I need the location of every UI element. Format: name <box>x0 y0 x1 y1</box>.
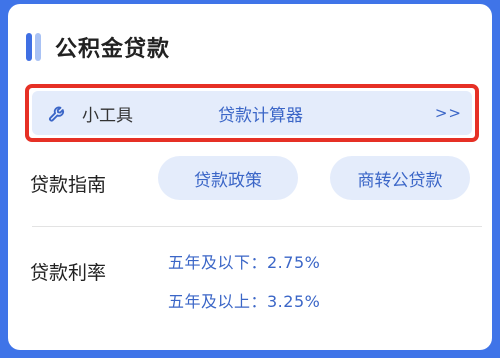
accent-bar-secondary <box>35 33 41 61</box>
accent-bar-primary <box>26 33 32 61</box>
rate-over-five-years: 五年及以上：3.25% <box>168 292 321 311</box>
loan-guide-label: 贷款指南 <box>30 174 107 196</box>
card-title: 公积金贷款 <box>55 37 171 62</box>
section-divider <box>32 226 482 227</box>
title-accent-bars <box>26 33 41 61</box>
tools-bar[interactable]: 小工具 贷款计算器 >> <box>32 91 472 135</box>
wrench-icon <box>46 101 70 125</box>
tools-label: 小工具 <box>82 105 133 126</box>
card-header: 公积金贷款 <box>26 32 170 62</box>
loan-rate-label: 贷款利率 <box>30 262 107 284</box>
more-tools-arrow[interactable]: >> <box>435 104 462 122</box>
loan-calculator-link[interactable]: 贷款计算器 <box>218 101 303 126</box>
rate-under-five-years: 五年及以下：2.75% <box>168 253 321 272</box>
housing-fund-loan-card: 公积金贷款 小工具 贷款计算器 >> 贷款指南 贷款政策 商转公贷款 贷款利率 … <box>8 4 492 350</box>
commercial-to-fund-loan-button[interactable]: 商转公贷款 <box>330 156 470 200</box>
loan-policy-button[interactable]: 贷款政策 <box>158 156 298 200</box>
